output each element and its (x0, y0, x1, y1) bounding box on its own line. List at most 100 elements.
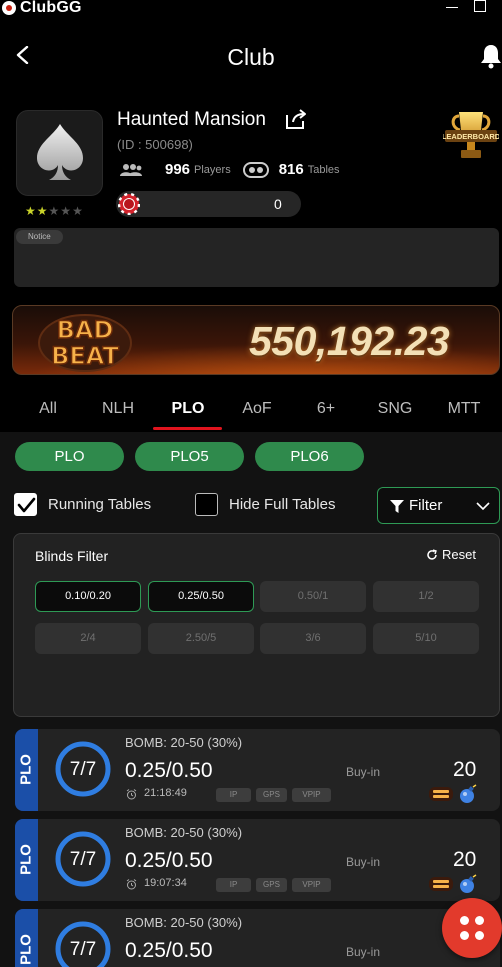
alarm-clock-icon (126, 789, 137, 800)
blind-option[interactable]: 1/2 (373, 581, 479, 612)
maximize-button[interactable] (474, 0, 486, 12)
bad-beat-jackpot-banner[interactable]: BAD BEAT 550,192.23 (12, 305, 500, 375)
table-row[interactable]: PLO 7/7 BOMB: 20-50 (30%) 0.25/0.50 19:0… (15, 819, 500, 901)
game-type-strip: PLO (15, 819, 38, 901)
club-rating-stars: ★ ★ ★ ★ ★ (25, 205, 83, 217)
club-stats: 996 Players 816 Tables (119, 161, 340, 178)
table-row[interactable]: PLO 7/7 BOMB: 20-50 (30%) 0.25/0.50 21:1… (15, 729, 500, 811)
game-type-plo6-button[interactable]: PLO6 (255, 442, 364, 471)
game-type-label: PLO (17, 934, 35, 965)
clubgg-logo-icon (2, 1, 16, 15)
blinds-filter-title: Blinds Filter (35, 548, 109, 564)
seats-count: 7/7 (69, 759, 97, 780)
table-stakes: 0.25/0.50 (125, 849, 213, 872)
feature-badge-vpip: VPIP (292, 788, 331, 802)
table-stakes: 0.25/0.50 (125, 939, 213, 962)
bad-beat-badge-icon (429, 787, 453, 801)
blind-option[interactable]: 0.10/0.20 (35, 581, 141, 612)
tab-aof[interactable]: AoF (236, 400, 278, 418)
tab-sng[interactable]: SNG (372, 400, 418, 418)
club-id: (ID : 500698) (117, 137, 193, 152)
spade-icon (36, 124, 83, 180)
game-type-plo-button[interactable]: PLO (15, 442, 124, 471)
reset-label: Reset (442, 547, 476, 562)
chip-balance-bar[interactable]: 0 (116, 191, 301, 217)
table-time: 19:07:34 (144, 877, 187, 889)
tab-6plus[interactable]: 6+ (308, 400, 344, 418)
buyin-value: 20 (453, 758, 477, 781)
menu-dot-icon (475, 916, 484, 925)
table-stakes: 0.25/0.50 (125, 759, 213, 782)
blinds-filter-panel: Blinds Filter Reset 0.10/0.20 0.25/0.50 … (13, 533, 500, 717)
players-label: Players (194, 163, 231, 176)
bomb-icon (460, 874, 477, 893)
game-type-label: PLO (17, 754, 35, 785)
game-type-plo5-button[interactable]: PLO5 (135, 442, 244, 471)
running-tables-checkbox[interactable] (14, 493, 37, 516)
hide-full-tables-checkbox[interactable] (195, 493, 218, 516)
reset-icon (427, 548, 437, 560)
leaderboard-label: LEADERBOARD (443, 132, 499, 141)
blind-option[interactable]: 0.25/0.50 (148, 581, 254, 612)
notice-tag: Notice (16, 230, 63, 244)
bomb-icon (460, 784, 477, 803)
bomb-info: BOMB: 20-50 (30%) (125, 735, 243, 750)
players-count: 996 (165, 161, 191, 178)
feature-badge-gps: GPS (256, 788, 287, 802)
filter-dropdown-button[interactable]: Filter (377, 487, 500, 524)
bomb-info: BOMB: 20-50 (30%) (125, 915, 243, 930)
star-filled-icon: ★ (36, 204, 48, 218)
star-filled-icon: ★ (25, 204, 36, 218)
tab-nlh[interactable]: NLH (96, 400, 140, 418)
seats-count: 7/7 (69, 849, 97, 870)
window-titlebar: ClubGG (0, 0, 502, 18)
chip-balance: 0 (274, 196, 282, 212)
feature-badge-vpip: VPIP (292, 878, 331, 892)
club-name: Haunted Mansion (117, 109, 266, 130)
star-empty-icon: ★ (48, 204, 60, 218)
tab-plo[interactable]: PLO (166, 400, 210, 418)
minimize-button[interactable] (446, 7, 458, 8)
game-type-strip: PLO (15, 909, 38, 967)
reset-button[interactable]: Reset (426, 547, 476, 562)
table-row[interactable]: PLO 7/7 BOMB: 20-50 (30%) 0.25/0.50 Buy-… (15, 909, 500, 967)
blind-option[interactable]: 0.50/1 (260, 581, 366, 612)
bad-beat-logo: BAD BEAT (38, 314, 132, 372)
blind-option[interactable]: 2/4 (35, 623, 141, 654)
page-title: Club (227, 44, 275, 70)
floating-menu-button[interactable] (442, 898, 502, 958)
leaderboard-trophy-icon[interactable]: LEADERBOARD (443, 108, 499, 164)
menu-dot-icon (460, 916, 469, 925)
buyin-label: Buy-in (346, 765, 381, 779)
blind-option[interactable]: 2.50/5 (148, 623, 254, 654)
table-time: 21:18:49 (144, 787, 187, 799)
jackpot-amount: 550,192.23 (249, 318, 450, 364)
bad-beat-badge-icon (429, 877, 453, 891)
feature-badge-ip: IP (216, 878, 251, 892)
star-empty-icon: ★ (72, 204, 83, 218)
share-icon[interactable] (284, 107, 308, 131)
tab-all[interactable]: All (30, 400, 66, 418)
seats-count: 7/7 (69, 939, 97, 960)
header: Club (0, 18, 502, 98)
club-avatar[interactable] (16, 110, 103, 196)
checkmark-icon (17, 497, 36, 513)
tables-label: Tables (307, 163, 340, 176)
menu-dot-icon (475, 931, 484, 940)
alarm-clock-icon (126, 879, 137, 890)
hide-full-tables-label: Hide Full Tables (229, 496, 336, 513)
funnel-icon (390, 500, 404, 513)
buyin-label: Buy-in (346, 945, 381, 959)
star-empty-icon: ★ (60, 204, 72, 218)
game-type-label: PLO (17, 844, 35, 875)
blind-option[interactable]: 3/6 (260, 623, 366, 654)
tables-icon (242, 161, 269, 178)
tab-mtt[interactable]: MTT (440, 400, 488, 418)
players-icon (120, 163, 142, 176)
blind-option[interactable]: 5/10 (373, 623, 479, 654)
bell-icon[interactable] (480, 43, 502, 69)
bad-beat-logo-line2: BEAT (51, 342, 119, 370)
chevron-down-icon (476, 502, 490, 511)
feature-badge-ip: IP (216, 788, 251, 802)
app-name: ClubGG (20, 0, 82, 16)
